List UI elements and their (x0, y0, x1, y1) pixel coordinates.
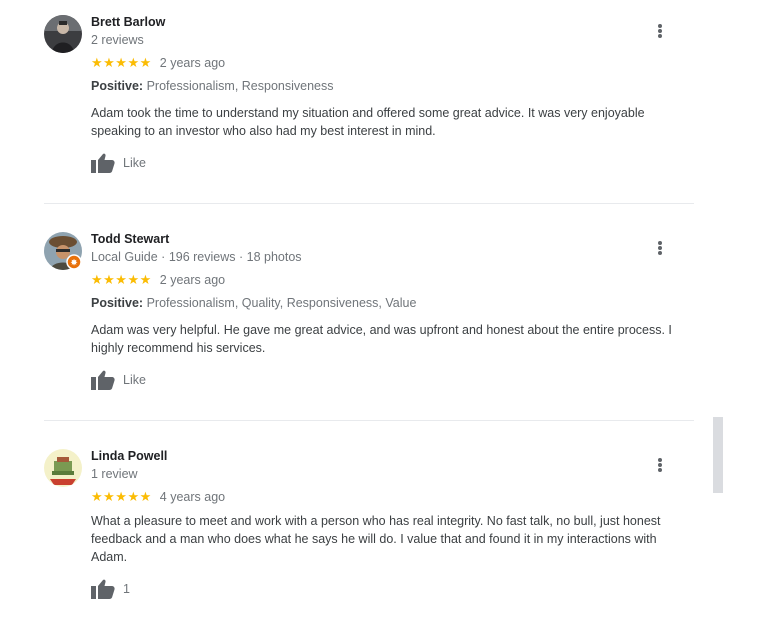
star-rating: ★★★★★ (91, 489, 152, 504)
positive-label: Positive: (91, 296, 144, 310)
reviewer-name[interactable]: Brett Barlow (91, 15, 165, 29)
review-text: What a pleasure to meet and work with a … (91, 514, 661, 564)
positive-attributes: Positive: Professionalism, Quality, Resp… (91, 296, 416, 310)
review-date: 2 years ago (159, 56, 226, 70)
rating-row: ★★★★★ 2 years ago (91, 55, 225, 71)
reviewer-info: Local Guide · 196 reviews · 18 photos (91, 250, 302, 264)
review-date: 2 years ago (159, 273, 226, 287)
thumbs-up-icon (91, 153, 115, 173)
like-button[interactable]: 1 (91, 579, 130, 599)
star-rating: ★★★★★ (91, 272, 152, 287)
like-label: Like (123, 373, 146, 387)
more-options-button[interactable] (654, 240, 666, 258)
more-vert-icon (654, 458, 666, 472)
review-card: Brett Barlow 2 reviews ★★★★★ 2 years ago… (44, 15, 694, 190)
positive-attributes: Positive: Professionalism, Responsivenes… (91, 79, 333, 93)
svg-text:✸: ✸ (70, 259, 78, 269)
thumbs-up-icon (91, 579, 115, 599)
reviewer-name[interactable]: Todd Stewart (91, 232, 169, 246)
star-rating: ★★★★★ (91, 55, 152, 70)
positive-values: Professionalism, Responsiveness (146, 79, 334, 93)
more-vert-icon (654, 241, 666, 255)
reviewer-info: 2 reviews (91, 33, 144, 47)
review-date: 4 years ago (159, 490, 226, 504)
reviewer-info: 1 review (91, 467, 138, 481)
more-options-button[interactable] (654, 457, 666, 475)
review-card: Linda Powell 1 review ★★★★★ 4 years ago … (44, 449, 694, 614)
positive-values: Professionalism, Quality, Responsiveness… (146, 296, 417, 310)
avatar[interactable] (44, 15, 82, 53)
reviewer-name[interactable]: Linda Powell (91, 449, 167, 463)
review-text: Adam took the time to understand my situ… (91, 106, 645, 138)
more-vert-icon (654, 24, 666, 38)
thumbs-up-icon (91, 370, 115, 390)
like-count: 1 (123, 582, 130, 596)
positive-label: Positive: (91, 79, 144, 93)
review-text: Adam was very helpful. He gave me great … (91, 323, 672, 355)
avatar[interactable]: ✸ (44, 232, 82, 270)
more-options-button[interactable] (654, 23, 666, 41)
rating-row: ★★★★★ 2 years ago (91, 272, 225, 288)
divider (44, 420, 694, 421)
like-button[interactable]: Like (91, 153, 146, 173)
like-label: Like (123, 156, 146, 170)
scrollbar-thumb[interactable] (713, 417, 723, 493)
avatar[interactable] (44, 449, 82, 487)
divider (44, 203, 694, 204)
rating-row: ★★★★★ 4 years ago (91, 489, 225, 505)
review-card: ✸ Todd Stewart Local Guide · 196 reviews… (44, 232, 694, 407)
like-button[interactable]: Like (91, 370, 146, 390)
